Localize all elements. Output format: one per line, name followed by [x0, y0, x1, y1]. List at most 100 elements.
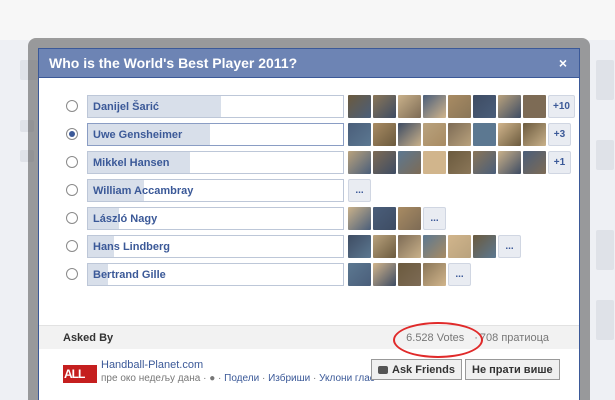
voter-avatar[interactable] — [423, 95, 446, 118]
share-link[interactable]: Подели — [224, 373, 259, 384]
voter-avatar[interactable] — [448, 123, 471, 146]
voter-faces: ... — [348, 263, 471, 286]
voter-avatar[interactable] — [373, 151, 396, 174]
more-voters-button[interactable]: ... — [348, 179, 371, 202]
question-dialog: Who is the World's Best Player 2011? × D… — [38, 48, 580, 400]
option-radio[interactable] — [66, 128, 78, 140]
unfollow-button[interactable]: Не прати више — [465, 359, 560, 380]
ask-friends-label: Ask Friends — [392, 363, 455, 376]
option-bar[interactable]: Bertrand Gille — [87, 263, 344, 286]
poll-option: Mikkel Hansen +1 — [39, 149, 579, 177]
more-voters-button[interactable]: +3 — [548, 123, 571, 146]
option-bar[interactable]: Mikkel Hansen — [87, 151, 344, 174]
voter-avatar[interactable] — [398, 123, 421, 146]
background-block — [596, 60, 614, 100]
separator: · — [218, 373, 222, 384]
voter-avatar[interactable] — [373, 263, 396, 286]
asked-by-label: Asked By — [63, 331, 114, 344]
option-radio[interactable] — [66, 240, 78, 252]
voter-avatar[interactable] — [448, 95, 471, 118]
delete-link[interactable]: Избриши — [268, 373, 310, 384]
voter-avatar[interactable] — [473, 95, 496, 118]
close-icon[interactable]: × — [559, 55, 567, 71]
voter-avatar[interactable] — [423, 235, 446, 258]
option-label: William Accambray — [93, 185, 194, 197]
separator: · — [203, 373, 207, 384]
creator-logo[interactable]: ALL — [63, 359, 97, 389]
more-voters-button[interactable]: +10 — [548, 95, 575, 118]
option-radio[interactable] — [66, 184, 78, 196]
option-bar[interactable]: Danijel Šarić — [87, 95, 344, 118]
globe-icon: ● — [209, 373, 216, 384]
voter-avatar[interactable] — [398, 235, 421, 258]
voter-avatar[interactable] — [473, 235, 496, 258]
voter-avatar[interactable] — [498, 95, 521, 118]
background-block — [596, 300, 614, 340]
dialog-title: Who is the World's Best Player 2011? — [49, 55, 298, 71]
ask-friends-button[interactable]: Ask Friends — [371, 359, 462, 380]
voter-avatar[interactable] — [473, 123, 496, 146]
more-voters-button[interactable]: ... — [448, 263, 471, 286]
voter-faces: ... — [348, 235, 521, 258]
voter-avatar[interactable] — [348, 207, 371, 230]
background-block — [596, 230, 614, 270]
voter-faces: +10 — [348, 95, 575, 118]
logo-text: ALL — [64, 367, 85, 381]
option-radio[interactable] — [66, 156, 78, 168]
voter-avatar[interactable] — [398, 151, 421, 174]
voter-avatar[interactable] — [373, 123, 396, 146]
option-radio[interactable] — [66, 212, 78, 224]
voter-avatar[interactable] — [348, 151, 371, 174]
voter-avatar[interactable] — [523, 123, 546, 146]
voter-avatar[interactable] — [448, 151, 471, 174]
option-label: Bertrand Gille — [93, 269, 166, 281]
background-topbar — [0, 0, 615, 40]
voter-faces: ... — [348, 207, 446, 230]
voter-avatar[interactable] — [398, 95, 421, 118]
vote-count[interactable]: 6.528 Votes — [393, 321, 484, 358]
more-voters-button[interactable]: +1 — [548, 151, 571, 174]
voter-avatar[interactable] — [373, 207, 396, 230]
voter-avatar[interactable] — [348, 235, 371, 258]
voter-avatar[interactable] — [523, 151, 546, 174]
background-block — [596, 140, 614, 170]
voter-avatar[interactable] — [348, 95, 371, 118]
voter-faces: ... — [348, 179, 371, 202]
creator-name-link[interactable]: Handball-Planet.com — [101, 359, 375, 372]
voter-faces: +1 — [348, 151, 571, 174]
remove-vote-link[interactable]: Уклони глас — [319, 373, 375, 384]
voter-avatar[interactable] — [373, 95, 396, 118]
poll-options: Danijel Šarić +10 Uwe Gensheimer +3 Mikkel H… — [39, 93, 579, 289]
vote-stats: 6.528 Votes · 708 пратиоца — [393, 321, 549, 358]
voter-avatar[interactable] — [398, 263, 421, 286]
option-radio[interactable] — [66, 268, 78, 280]
option-bar[interactable]: Uwe Gensheimer — [87, 123, 344, 146]
voter-avatar[interactable] — [423, 123, 446, 146]
voter-faces: +3 — [348, 123, 571, 146]
poll-option: László Nagy... — [39, 205, 579, 233]
creator-meta: пре око недељу дана · ● · Подели · Избри… — [101, 372, 375, 385]
voter-avatar[interactable] — [423, 151, 446, 174]
voter-avatar[interactable] — [348, 123, 371, 146]
option-bar[interactable]: László Nagy — [87, 207, 344, 230]
post-time: пре око недељу дана — [101, 373, 201, 384]
option-bar[interactable]: Hans Lindberg — [87, 235, 344, 258]
voter-avatar[interactable] — [498, 151, 521, 174]
more-voters-button[interactable]: ... — [423, 207, 446, 230]
unfollow-label: Не прати више — [472, 363, 553, 376]
voter-avatar[interactable] — [448, 235, 471, 258]
voter-avatar[interactable] — [473, 151, 496, 174]
separator: · — [313, 373, 317, 384]
poll-option: Uwe Gensheimer +3 — [39, 121, 579, 149]
option-radio[interactable] — [66, 100, 78, 112]
voter-avatar[interactable] — [423, 263, 446, 286]
option-label: Mikkel Hansen — [93, 157, 170, 169]
option-bar[interactable]: William Accambray — [87, 179, 344, 202]
voter-avatar[interactable] — [348, 263, 371, 286]
more-voters-button[interactable]: ... — [498, 235, 521, 258]
voter-avatar[interactable] — [398, 207, 421, 230]
voter-avatar[interactable] — [498, 123, 521, 146]
voter-avatar[interactable] — [373, 235, 396, 258]
follower-count[interactable]: 708 пратиоца — [480, 332, 549, 344]
voter-avatar[interactable] — [523, 95, 546, 118]
